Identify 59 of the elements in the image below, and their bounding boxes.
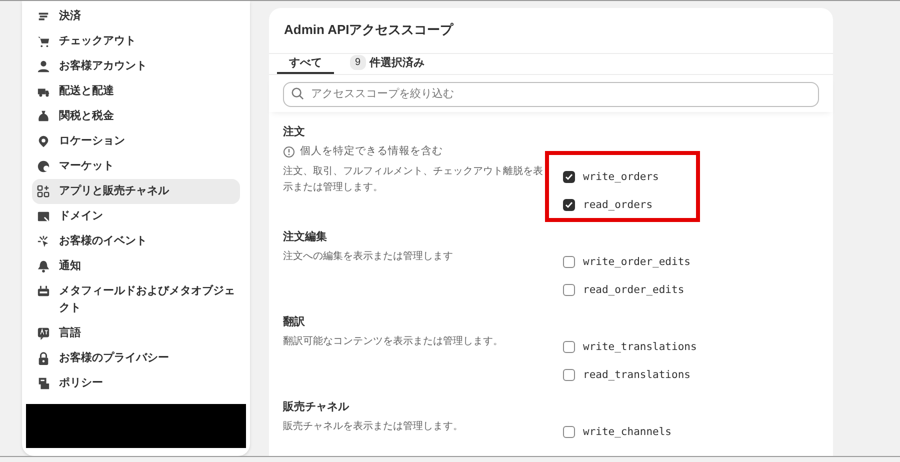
menu-icon (37, 285, 50, 298)
menu-icon (37, 110, 50, 123)
menu-icon (37, 160, 50, 173)
scope-checkbox[interactable]: read_orders (563, 195, 659, 215)
checkbox[interactable] (563, 426, 575, 438)
checkbox[interactable] (563, 369, 575, 381)
menu-icon (37, 352, 50, 365)
checkbox[interactable] (563, 171, 575, 183)
checkbox[interactable] (563, 284, 575, 296)
info-icon (283, 146, 295, 158)
scope-checkbox[interactable]: read_translations (563, 365, 697, 385)
sidebar-item[interactable]: 関税と税金 (32, 104, 240, 129)
menu-icon (37, 35, 50, 48)
menu-icon (37, 10, 50, 23)
sidebar-item[interactable]: ロケーション (32, 129, 240, 154)
search-field[interactable]: アクセススコープを絞り込む (283, 82, 819, 107)
section-title: 販売チャネル (283, 400, 350, 415)
menu-icon (37, 377, 50, 390)
checkbox[interactable] (563, 199, 575, 211)
sidebar-item[interactable]: ポリシー (32, 371, 240, 396)
checkbox[interactable] (563, 256, 575, 268)
menu-icon (37, 60, 50, 73)
sidebar-item[interactable]: ドメイン (32, 204, 240, 229)
scope-checkbox[interactable]: write_orders (563, 167, 659, 187)
checkbox[interactable] (563, 341, 575, 353)
card-title: Admin APIアクセススコープ (269, 8, 833, 54)
tab[interactable]: 9 件選択済み (338, 54, 437, 74)
sidebar-item[interactable]: お客様のプライバシー (32, 346, 240, 371)
section-description: 翻訳可能なコンテンツを表示または管理します。 (283, 334, 504, 349)
scope-checkbox[interactable]: write_translations (563, 337, 697, 357)
menu-icon (37, 135, 50, 148)
sidebar-item[interactable]: 通知 (32, 254, 240, 279)
scope-checkbox[interactable]: write_channels (563, 422, 672, 442)
sidebar-item[interactable]: 配送と配達 (32, 79, 240, 104)
sidebar-item[interactable]: お客様アカウント (32, 54, 240, 79)
section-title: 注文編集 (283, 230, 328, 245)
section-description: 注文への編集を表示または管理します (283, 250, 454, 264)
section-title: 注文 (283, 124, 306, 140)
scope-checkbox[interactable]: read_order_edits (563, 280, 690, 300)
menu-icon (37, 260, 50, 273)
sidebar-item[interactable]: マーケット (32, 154, 240, 179)
pii-note: 個人を特定できる情報を含む (300, 144, 443, 160)
search-icon (291, 87, 304, 100)
section-description: 注文、取引、フルフィルメント、チェックアウト離脱を表示または管理します。 (283, 164, 544, 195)
menu-icon (37, 185, 50, 198)
sidebar-item[interactable]: 言語 (32, 321, 240, 346)
sidebar-item[interactable]: 決済 (32, 4, 240, 29)
menu-icon (37, 235, 50, 248)
section-description: 販売チャネルを表示または管理します。 (283, 420, 464, 434)
section-title: 翻訳 (283, 314, 306, 330)
count-badge: 9 (350, 55, 366, 70)
tab[interactable]: すべて (277, 54, 334, 74)
sidebar-item[interactable]: メタフィールドおよびメタオブジェクト (32, 279, 240, 321)
menu-icon (37, 327, 50, 340)
menu-icon (37, 210, 50, 223)
sidebar-item[interactable]: アプリと販売チャネル (32, 179, 240, 204)
sidebar-item[interactable]: お客様のイベント (32, 229, 240, 254)
sidebar-item[interactable]: チェックアウト (32, 29, 240, 54)
scope-checkbox[interactable]: write_order_edits (563, 252, 690, 272)
